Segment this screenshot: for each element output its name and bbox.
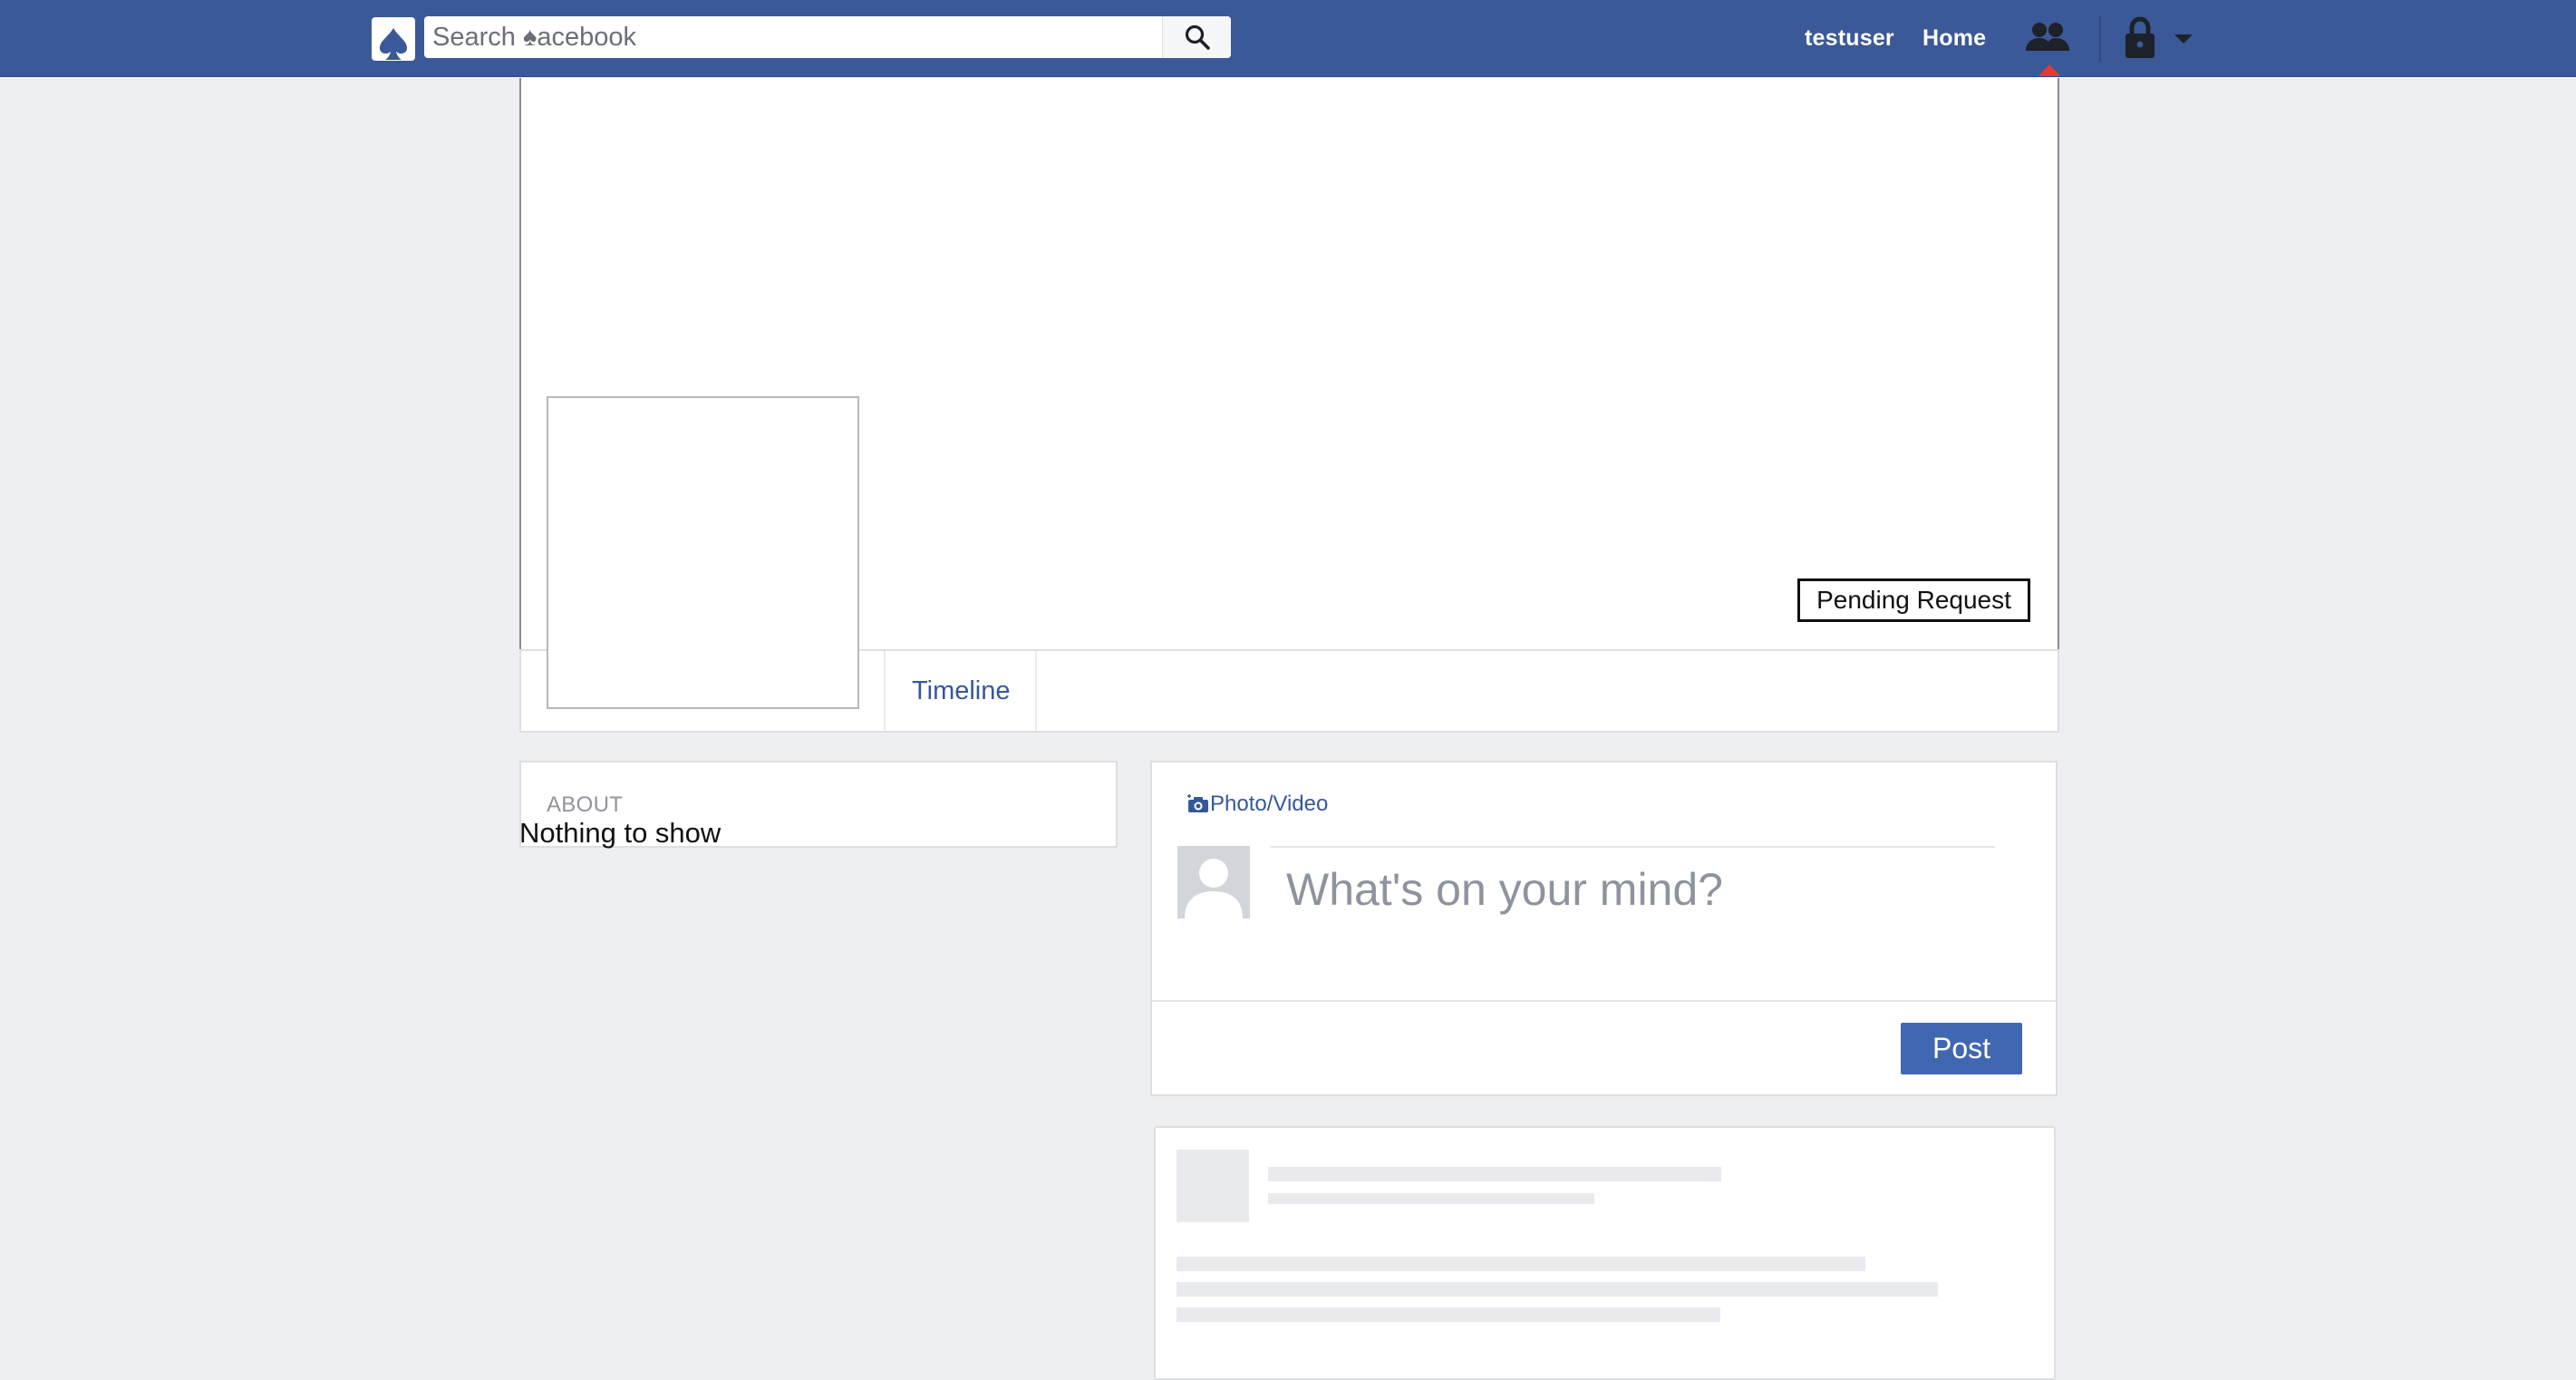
search-button[interactable] [1162,16,1231,58]
skeleton-line [1268,1193,1594,1204]
search-icon [1185,24,1210,50]
skeleton-line [1177,1307,1720,1322]
about-card: ABOUT Nothing to show [519,761,1118,849]
camera-icon [1187,794,1208,812]
about-heading: ABOUT [547,792,624,817]
composer-divider [1270,846,1995,848]
post-composer: Photo/Video Post [1150,761,2058,1096]
loading-post-placeholder [1154,1126,2056,1380]
photo-video-tab[interactable]: Photo/Video [1186,792,1328,817]
top-navigation-bar: testuser Home [0,0,2576,77]
pending-request-button[interactable]: Pending Request [1797,578,2030,622]
caret-down-icon[interactable] [2173,33,2194,45]
nav-home-link[interactable]: Home [1922,25,1986,52]
default-avatar-icon [1177,846,1250,918]
search-bar [424,16,1231,58]
photo-video-label: Photo/Video [1210,792,1329,816]
skeleton-line [1177,1282,1938,1297]
skeleton-avatar [1177,1150,1249,1222]
spade-logo-icon[interactable] [372,17,415,61]
skeleton-line [1268,1167,1721,1181]
tab-timeline[interactable]: Timeline [912,676,1011,706]
tab-divider [884,651,886,731]
status-input[interactable] [1286,862,1975,917]
skeleton-line [1177,1257,1865,1271]
tab-divider [1035,651,1037,731]
search-input[interactable] [424,16,1162,58]
active-notification-indicator [2039,64,2060,76]
lock-icon[interactable] [2124,16,2156,60]
nav-profile-link[interactable]: testuser [1805,25,1894,52]
composer-footer-divider [1152,1000,2056,1002]
about-text: Nothing to show [519,817,721,849]
profile-picture[interactable] [547,396,859,709]
post-button[interactable]: Post [1901,1023,2022,1074]
friends-icon[interactable] [2026,20,2069,54]
nav-divider [2099,16,2101,62]
